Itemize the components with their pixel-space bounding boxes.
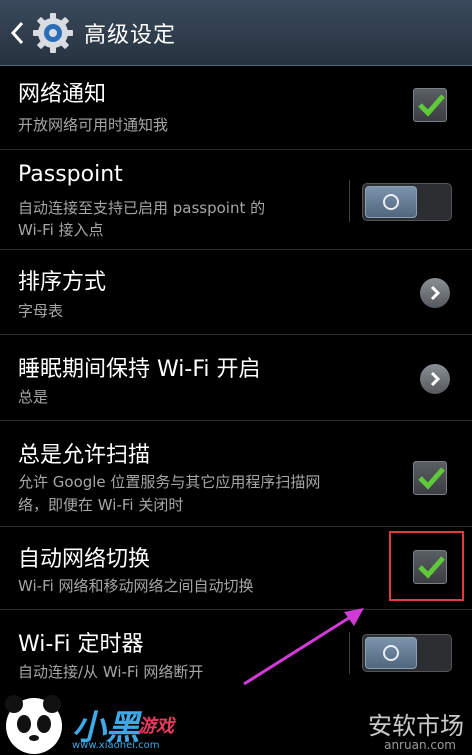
- list-item-keep-wifi-on-sleep[interactable]: 睡眠期间保持 Wi-Fi 开启 总是: [0, 335, 472, 421]
- list-item-always-allow-scan[interactable]: 总是允许扫描 允许 Google 位置服务与其它应用程序扫描网 络，即便在 Wi…: [0, 421, 472, 527]
- action-bar: 高级设定: [0, 0, 472, 66]
- item-title: Wi-Fi 定时器: [18, 632, 144, 657]
- item-title: Passpoint: [18, 162, 123, 187]
- item-title: 睡眠期间保持 Wi-Fi 开启: [18, 357, 261, 382]
- passpoint-toggle[interactable]: [362, 183, 452, 221]
- list-item-wifi-timer[interactable]: Wi-Fi 定时器 自动连接/从 Wi-Fi 网络断开: [0, 610, 472, 690]
- check-icon: [418, 467, 445, 490]
- item-subtitle: 允许 Google 位置服务与其它应用程序扫描网: [18, 473, 321, 491]
- highlight-box: [389, 531, 464, 601]
- check-icon: [418, 94, 445, 117]
- item-title: 自动网络切换: [18, 547, 151, 572]
- item-title: 网络通知: [18, 82, 107, 107]
- item-subtitle-line2: 络，即便在 Wi-Fi 关闭时: [18, 496, 184, 514]
- item-subtitle: 自动连接至支持已启用 passpoint 的: [18, 199, 266, 217]
- item-title: 总是允许扫描: [18, 443, 151, 468]
- toggle-knob: [365, 186, 417, 218]
- watermark-brand-games: 游戏: [138, 716, 174, 737]
- divider: [349, 180, 350, 222]
- watermark-right-url: anruan.com: [384, 738, 456, 752]
- watermark-right-text: 安软市场: [368, 712, 464, 740]
- item-subtitle: 总是: [18, 388, 49, 406]
- toggle-knob: [365, 637, 417, 669]
- item-subtitle-line2: Wi-Fi 接入点: [18, 221, 104, 239]
- chevron-right-icon[interactable]: [420, 364, 450, 394]
- settings-gear-icon: [32, 12, 74, 54]
- chevron-right-icon[interactable]: [420, 278, 450, 308]
- wifi-timer-toggle[interactable]: [362, 634, 452, 672]
- item-subtitle: 字母表: [18, 302, 64, 320]
- item-subtitle: 自动连接/从 Wi-Fi 网络断开: [18, 663, 204, 681]
- list-item-sort-order[interactable]: 排序方式 字母表: [0, 250, 472, 335]
- item-subtitle: 开放网络可用时通知我: [18, 116, 169, 134]
- item-subtitle: Wi-Fi 网络和移动网络之间自动切换: [18, 577, 254, 595]
- watermark-url: www.xiaohei.com: [72, 740, 160, 751]
- list-item-passpoint[interactable]: Passpoint 自动连接至支持已启用 passpoint 的 Wi-Fi 接…: [0, 150, 472, 250]
- back-icon[interactable]: [8, 18, 26, 48]
- network-notification-checkbox[interactable]: [413, 88, 447, 122]
- annotation-arrow-icon: [243, 608, 364, 686]
- always-allow-scan-checkbox[interactable]: [413, 461, 447, 495]
- page-title: 高级设定: [84, 22, 177, 48]
- list-item-network-notification[interactable]: 网络通知 开放网络可用时通知我: [0, 66, 472, 150]
- item-title: 排序方式: [18, 270, 107, 295]
